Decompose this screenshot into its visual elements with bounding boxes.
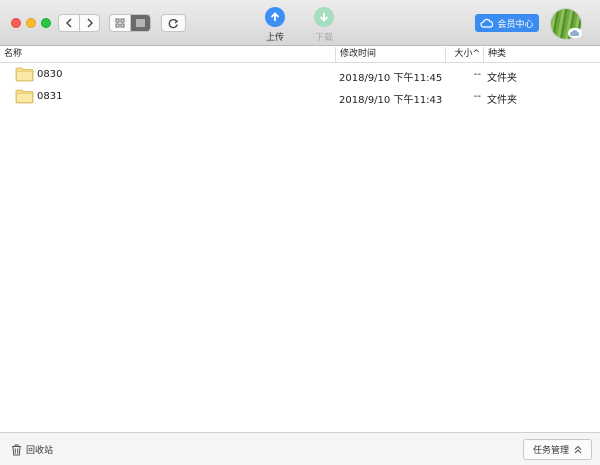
chevron-right-icon [87,18,93,28]
navigation-buttons [58,14,100,32]
back-button[interactable] [59,15,79,31]
column-header-size[interactable]: 大小^ [445,47,483,63]
download-icon [314,7,334,27]
upload-label: 上传 [265,33,284,43]
member-center-button[interactable]: 会员中心 [475,14,539,32]
bottom-bar: 回收站 任务管理 [0,432,600,465]
folder-icon [15,67,34,82]
refresh-button[interactable] [161,14,186,32]
file-kind: 文件夹 [487,95,517,106]
file-kind: 文件夹 [487,73,517,84]
view-mode-switch [109,14,151,32]
column-header-date[interactable]: 修改时间 [335,47,445,63]
member-center-label: 会员中心 [497,19,534,30]
task-manager-label: 任务管理 [532,446,569,456]
folder-icon [15,89,34,104]
trash-button[interactable]: 回收站 [11,443,53,456]
cloud-badge-icon [568,28,582,38]
file-list: 0830 2018/9/10 下午11:45 -- 文件夹 0831 2018/… [0,64,600,108]
upload-icon [265,7,285,27]
list-icon [136,19,145,27]
download-button[interactable]: 下载 [304,7,344,43]
file-name: 0830 [37,69,63,80]
double-chevron-up-icon [574,445,582,454]
list-view-button[interactable] [130,15,150,31]
file-date: 2018/9/10 下午11:45 [339,73,443,84]
chevron-left-icon [66,18,72,28]
grid-view-button[interactable] [110,15,130,31]
maximize-window-button[interactable] [41,18,51,28]
toolbar: 上传 下载 会员中心 [0,0,600,46]
download-label: 下载 [314,33,333,43]
task-manager-button[interactable]: 任务管理 [523,439,592,460]
refresh-icon [168,18,179,28]
forward-button[interactable] [79,15,99,31]
grid-icon [115,18,125,28]
column-header-name[interactable]: 名称 [4,47,22,63]
cloud-icon [480,18,494,28]
trash-icon [12,444,21,455]
upload-button[interactable]: 上传 [255,7,295,43]
file-row[interactable]: 0831 2018/9/10 下午11:43 -- 文件夹 [0,86,600,108]
file-size: -- [473,91,481,102]
minimize-window-button[interactable] [26,18,36,28]
file-name: 0831 [37,91,63,102]
column-header-kind[interactable]: 种类 [483,47,600,63]
file-date: 2018/9/10 下午11:43 [339,95,443,106]
close-window-button[interactable] [11,18,21,28]
column-header-bar: 名称 修改时间 大小^ 种类 [0,47,600,63]
file-row[interactable]: 0830 2018/9/10 下午11:45 -- 文件夹 [0,64,600,86]
trash-label: 回收站 [26,446,54,456]
file-size: -- [473,69,481,80]
